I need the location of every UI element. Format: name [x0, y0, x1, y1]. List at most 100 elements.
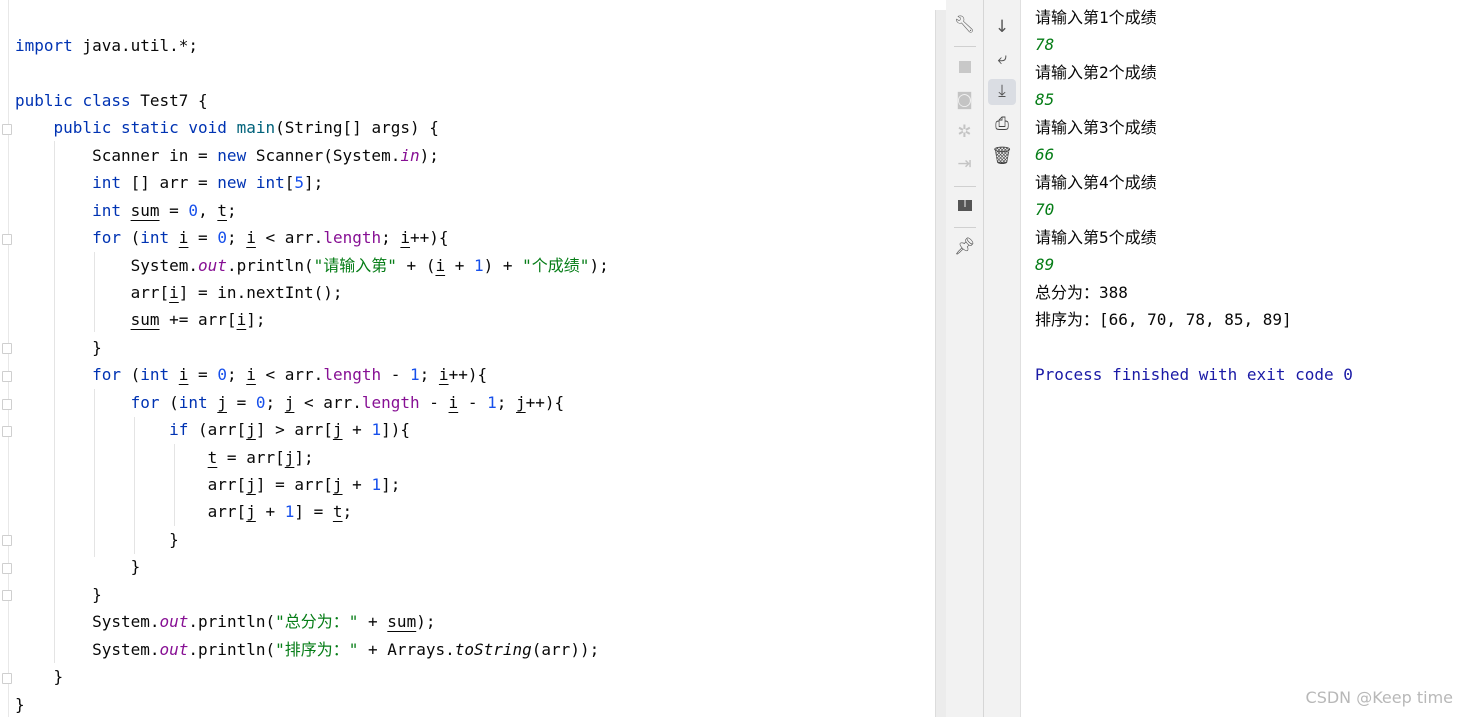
code-token: length: [323, 365, 382, 385]
code-line: public static void main(String[] args) {: [15, 114, 609, 141]
code-token: +: [342, 475, 372, 494]
code-token: j: [246, 475, 256, 494]
camera-icon[interactable]: ◙: [946, 90, 983, 110]
code-token: );: [419, 145, 439, 165]
console-output[interactable]: 请输入第1个成绩 78 请输入第2个成绩 85 请输入第3个成绩 66 请输入第4个成绩 70…: [1035, 4, 1353, 388]
login-icon[interactable]: ⇥: [946, 154, 983, 174]
code-line: for (int i = 0; i < arr.length; i++){: [15, 224, 609, 251]
wrench-icon[interactable]: 🔧︎: [946, 15, 983, 35]
code-token: ] = in.nextInt();: [178, 282, 343, 302]
code-token: length: [361, 392, 420, 412]
code-token: }: [15, 667, 64, 687]
code-token: (: [120, 228, 141, 248]
code-token: int: [178, 392, 208, 412]
code-token: i: [178, 228, 189, 248]
fold-marker[interactable]: [2, 535, 12, 546]
divider: [954, 227, 976, 228]
code-token: ;: [419, 365, 439, 385]
code-token: i: [438, 365, 449, 385]
code-token: "请输入第": [313, 255, 397, 275]
code-token: ;: [342, 502, 353, 522]
code-token: j: [217, 392, 227, 412]
debug-icon[interactable]: ✲: [946, 122, 983, 142]
fold-marker[interactable]: [2, 590, 12, 601]
code-token: +: [342, 420, 372, 440]
code-editor[interactable]: import java.util.*; public class Test7 {…: [0, 0, 935, 717]
code-token: (String[] args) {: [275, 118, 439, 138]
code-token: .println(: [188, 639, 276, 659]
fold-marker[interactable]: [2, 399, 12, 410]
code-token: < arr.: [294, 392, 362, 412]
code-token: 1: [487, 392, 497, 412]
code-token: j: [284, 447, 295, 467]
console-output-line: 请输入第4个成绩: [1035, 172, 1157, 192]
code-token: =: [226, 392, 256, 412]
print-icon[interactable]: ⎙: [984, 114, 1020, 134]
code-line: System.out.println("总分为：" + sum);: [15, 608, 609, 635]
code-line: Scanner in = new Scanner(System.in);: [15, 142, 609, 169]
code-token: 1: [474, 255, 484, 275]
code-token: Test7 {: [130, 90, 208, 110]
code-token: arr[: [15, 502, 247, 522]
scroll-to-end-icon[interactable]: ⤓: [984, 81, 1020, 101]
code-line: }: [15, 334, 609, 361]
code-token: 1: [410, 365, 420, 385]
code-token: i: [400, 228, 411, 248]
code-token: Scanner(System.: [246, 145, 401, 165]
code-token: for: [130, 392, 160, 412]
code-token: =: [188, 365, 218, 385]
code-token: ] = arr[: [255, 475, 333, 494]
soft-wrap-icon[interactable]: ⤶: [984, 49, 1020, 69]
code-token: for: [92, 228, 121, 248]
code-line: }: [15, 581, 609, 608]
code-token: static: [120, 118, 179, 138]
fold-marker[interactable]: [2, 673, 12, 684]
code-token: 0: [255, 392, 266, 412]
console-input-line: 78: [1035, 35, 1055, 55]
fold-marker[interactable]: [2, 124, 12, 135]
layout-icon[interactable]: [946, 196, 983, 216]
code-token: i: [236, 310, 247, 330]
code-token: i: [178, 365, 189, 385]
code-token: i: [169, 282, 179, 302]
code-token: System.: [15, 639, 160, 659]
pin-icon[interactable]: 📌︎: [946, 237, 983, 257]
console-output-line: Process finished with exit code 0: [1035, 364, 1353, 384]
code-line: }: [15, 553, 609, 580]
code-token: ;: [226, 365, 247, 385]
divider: [954, 186, 976, 187]
code-token: +: [255, 502, 285, 522]
code-token: ]){: [381, 420, 410, 440]
code-token: System.: [15, 255, 199, 275]
code-token: }: [15, 529, 179, 549]
code-line: System.out.println("排序为：" + Arrays.toStr…: [15, 636, 609, 663]
code-token: ;: [496, 392, 516, 412]
code-token: =: [188, 228, 218, 248]
code-token: +: [445, 255, 474, 275]
fold-marker[interactable]: [2, 371, 12, 382]
console-output-line: 请输入第3个成绩: [1035, 117, 1157, 137]
code-token: j: [516, 392, 526, 412]
code-token: out: [198, 255, 227, 275]
trash-icon[interactable]: 🗑︎: [984, 146, 1020, 166]
fold-marker[interactable]: [2, 563, 12, 574]
code-token: (arr[: [188, 420, 247, 440]
arrow-down-icon[interactable]: ↓: [984, 17, 1020, 37]
code-token: [: [284, 173, 295, 193]
console-input-line: 85: [1035, 90, 1055, 110]
fold-marker[interactable]: [2, 343, 12, 354]
fold-marker[interactable]: [2, 234, 12, 245]
stop-icon[interactable]: [946, 57, 983, 78]
code-content[interactable]: import java.util.*; public class Test7 {…: [15, 32, 609, 718]
code-token: int: [140, 365, 170, 385]
fold-marker[interactable]: [2, 426, 12, 437]
code-token: int: [255, 173, 285, 193]
code-token: "个成绩": [522, 255, 590, 275]
code-token: = arr[: [217, 447, 285, 467]
